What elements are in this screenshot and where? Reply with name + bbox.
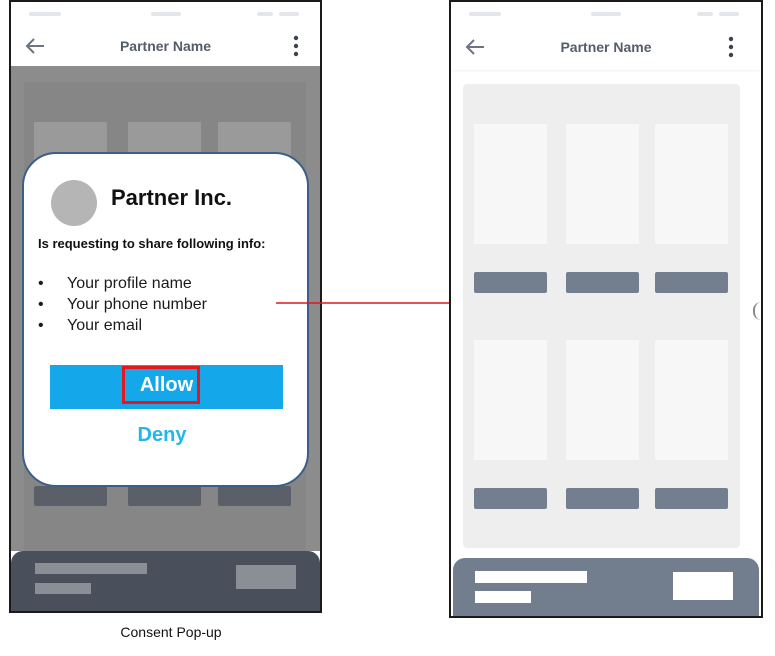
- placeholder-bar: [474, 272, 547, 293]
- placeholder-line: [35, 563, 147, 574]
- info-email: Your email: [67, 317, 143, 334]
- placeholder-bar: [566, 488, 639, 509]
- status-bar-indicator: [697, 12, 713, 16]
- bullet: •: [38, 275, 44, 292]
- vertical-dots-icon[interactable]: [292, 35, 300, 57]
- caption: Consent Pop-up: [120, 624, 222, 640]
- header-title: Partner Name: [560, 39, 652, 55]
- placeholder-button: [673, 572, 733, 600]
- placeholder-tile: [566, 124, 639, 244]
- info-profile-name: Your profile name: [67, 275, 192, 292]
- content-panel: [463, 84, 740, 548]
- placeholder-tile: [566, 340, 639, 460]
- deny-button[interactable]: Deny: [102, 420, 222, 450]
- bullet: •: [38, 296, 44, 313]
- placeholder-line: [475, 571, 587, 583]
- partner-name: Partner Inc.: [111, 185, 233, 210]
- partner-avatar: [51, 180, 97, 226]
- status-bar-indicator: [29, 12, 61, 16]
- placeholder-bar: [655, 272, 728, 293]
- status-bar-indicator: [719, 12, 739, 16]
- vertical-dots-icon[interactable]: [727, 36, 735, 58]
- app-header: Partner Name: [451, 22, 761, 70]
- placeholder-line: [35, 583, 91, 594]
- placeholder-bar: [655, 488, 728, 509]
- placeholder-tile: [655, 340, 728, 460]
- scroll-handle: [753, 302, 761, 320]
- bottom-bar: [453, 558, 759, 616]
- status-bar-indicator: [469, 12, 501, 16]
- placeholder-bar: [474, 488, 547, 509]
- header-title: Partner Name: [119, 38, 212, 54]
- allow-button[interactable]: Allow: [50, 365, 283, 409]
- placeholder-bar: [34, 486, 107, 506]
- status-bar-indicator: [257, 12, 273, 16]
- placeholder-button: [236, 565, 296, 589]
- right-phone-frame: Partner Name: [449, 0, 763, 618]
- bullet: •: [38, 317, 44, 334]
- status-bar-indicator: [279, 12, 299, 16]
- placeholder-tile: [474, 340, 547, 460]
- placeholder-line: [475, 591, 531, 603]
- placeholder-tile: [655, 124, 728, 244]
- app-header: Partner Name: [11, 22, 320, 66]
- status-bar-indicator: [151, 12, 181, 16]
- consent-popup: Partner Inc. Is requesting to share foll…: [22, 152, 309, 487]
- placeholder-tile: [474, 124, 547, 244]
- placeholder-bar: [566, 272, 639, 293]
- bottom-bar: [11, 551, 320, 611]
- placeholder-bar: [128, 486, 201, 506]
- status-bar-indicator: [591, 12, 621, 16]
- info-phone-number: Your phone number: [67, 296, 207, 313]
- request-text: Is requesting to share following info:: [38, 236, 266, 251]
- highlight-box: [122, 366, 200, 404]
- placeholder-bar: [218, 486, 291, 506]
